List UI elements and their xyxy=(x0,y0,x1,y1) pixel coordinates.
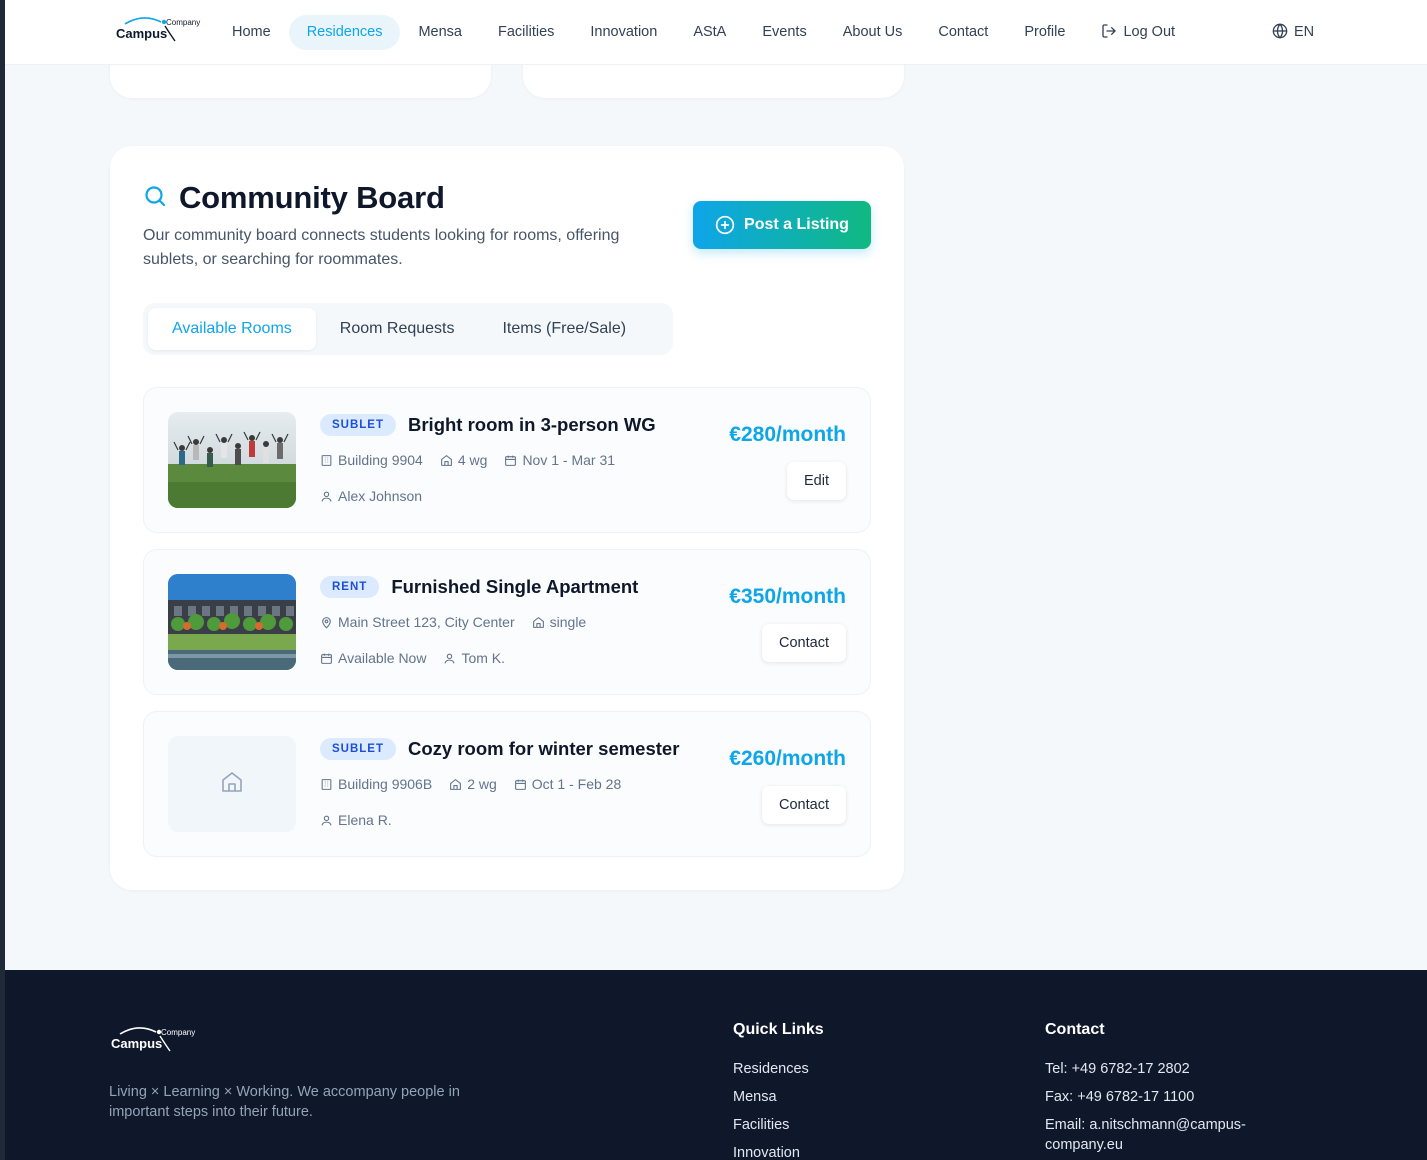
listing-room-type: 2 wg xyxy=(449,776,497,792)
site-footer: Campus Company Living × Learning × Worki… xyxy=(5,970,1427,1160)
listing-dates: Oct 1 - Feb 28 xyxy=(514,776,621,792)
listing-location: Main Street 123, City Center xyxy=(320,614,515,630)
nav-events[interactable]: Events xyxy=(744,15,824,50)
listing-item[interactable]: SUBLET Cozy room for winter semester Bui… xyxy=(143,711,871,857)
user-icon xyxy=(320,814,333,827)
globe-icon xyxy=(1272,18,1288,53)
main-nav: Home Residences Mensa Facilities Innovat… xyxy=(214,15,1193,50)
logout-button[interactable]: Log Out xyxy=(1083,15,1193,50)
listing-room-type: 4 wg xyxy=(440,452,487,468)
contact-phone: Tel: +49 6782-17 2802 xyxy=(1045,1061,1190,1077)
footer-tagline: Living × Learning × Working. We accompan… xyxy=(109,1084,460,1120)
board-heading: Community Board xyxy=(143,180,445,216)
logo-subtext: Company xyxy=(161,1028,196,1037)
listing-title-row: RENT Furnished Single Apartment xyxy=(320,576,638,598)
nav-asta[interactable]: AStA xyxy=(675,15,744,50)
nav-profile[interactable]: Profile xyxy=(1006,15,1083,50)
user-icon xyxy=(320,490,333,503)
listing-location: Building 9906B xyxy=(320,776,432,792)
listing-dates: Available Now xyxy=(320,650,426,666)
footer-link-mensa[interactable]: Mensa xyxy=(733,1087,824,1107)
tab-items[interactable]: Items (Free/Sale) xyxy=(478,308,650,350)
search-icon xyxy=(143,184,167,213)
home-icon xyxy=(532,616,545,629)
listing-item[interactable]: SUBLET Bright room in 3-person WG Buildi… xyxy=(143,387,871,533)
listing-owner: Tom K. xyxy=(443,650,505,666)
logout-icon xyxy=(1101,18,1117,53)
listing-photo xyxy=(168,412,296,508)
contact-email[interactable]: Email: a.nitschmann@campus-company.eu xyxy=(1045,1115,1275,1155)
listing-meta-secondary: Available Now Tom K. xyxy=(320,650,522,666)
listing-meta: Building 9904 4 wg Nov 1 - Mar 31 xyxy=(320,452,632,468)
listing-price: €280/month xyxy=(729,423,846,446)
listing-title: Furnished Single Apartment xyxy=(391,576,639,597)
language-label: EN xyxy=(1294,24,1315,40)
listing-title-row: SUBLET Cozy room for winter semester xyxy=(320,738,679,760)
listing-type-badge: RENT xyxy=(320,576,380,598)
listing-type-badge: SUBLET xyxy=(320,414,396,436)
nav-facilities[interactable]: Facilities xyxy=(480,15,572,50)
page-title: Community Board xyxy=(179,180,445,215)
logo-text: Campus xyxy=(111,1036,163,1051)
listing-meta: Building 9906B 2 wg Oct 1 - Feb 28 xyxy=(320,776,638,792)
logout-label: Log Out xyxy=(1123,24,1176,40)
footer-logo[interactable]: Campus Company xyxy=(110,1024,202,1056)
nav-mensa[interactable]: Mensa xyxy=(400,15,480,50)
listing-tabs: Available Rooms Room Requests Items (Fre… xyxy=(143,303,673,355)
listing-location: Building 9904 xyxy=(320,452,423,468)
edit-listing-button[interactable]: Edit xyxy=(787,462,846,500)
listing-price: €260/month xyxy=(729,747,846,770)
listing-owner: Alex Johnson xyxy=(320,488,439,504)
home-icon xyxy=(449,778,462,791)
footer-link-facilities[interactable]: Facilities xyxy=(733,1115,824,1135)
listing-photo-placeholder xyxy=(168,736,296,832)
contact-listing-button[interactable]: Contact xyxy=(762,786,846,824)
calendar-icon xyxy=(514,778,527,791)
listing-title-row: SUBLET Bright room in 3-person WG xyxy=(320,414,656,436)
language-switcher[interactable]: EN xyxy=(1272,15,1314,50)
listing-title: Cozy room for winter semester xyxy=(408,738,680,759)
contact-listing-button[interactable]: Contact xyxy=(762,624,846,662)
building-icon xyxy=(320,778,333,791)
quick-links-heading: Quick Links xyxy=(733,1021,824,1038)
listing-price: €350/month xyxy=(729,585,846,608)
home-icon xyxy=(220,770,244,799)
calendar-icon xyxy=(320,652,333,665)
map-pin-icon xyxy=(320,616,333,629)
listing-meta: Main Street 123, City Center single xyxy=(320,614,603,630)
nav-contact[interactable]: Contact xyxy=(920,15,1006,50)
building-icon xyxy=(320,454,333,467)
listing-dates: Nov 1 - Mar 31 xyxy=(504,452,615,468)
tab-available-rooms[interactable]: Available Rooms xyxy=(148,308,316,350)
logo-text: Campus xyxy=(116,26,168,41)
board-description: Our community board connects students lo… xyxy=(143,227,620,268)
nav-home[interactable]: Home xyxy=(214,15,289,50)
footer-link-innovation[interactable]: Innovation xyxy=(733,1143,824,1160)
calendar-icon xyxy=(504,454,517,467)
listing-photo xyxy=(168,574,296,670)
post-listing-button[interactable]: Post a Listing xyxy=(693,201,871,249)
footer-contact: Contact Tel: +49 6782-17 2802 Fax: +49 6… xyxy=(1045,1021,1275,1160)
top-navigation-bar: Campus Company Home Residences Mensa Fac… xyxy=(5,0,1427,65)
footer-link-residences[interactable]: Residences xyxy=(733,1059,824,1079)
plus-circle-icon xyxy=(715,215,735,235)
listing-item[interactable]: RENT Furnished Single Apartment Main Str… xyxy=(143,549,871,695)
tab-room-requests[interactable]: Room Requests xyxy=(316,308,479,350)
community-board-card: Community Board Our community board conn… xyxy=(110,146,904,890)
footer-quick-links: Quick Links Residences Mensa Facilities … xyxy=(733,1021,824,1160)
listing-owner: Elena R. xyxy=(320,812,409,828)
contact-heading: Contact xyxy=(1045,1021,1105,1038)
home-icon xyxy=(440,454,453,467)
listing-type-badge: SUBLET xyxy=(320,738,396,760)
listing-title: Bright room in 3-person WG xyxy=(408,414,656,435)
logo-subtext: Company xyxy=(166,18,201,27)
post-listing-label: Post a Listing xyxy=(744,216,849,233)
listing-room-type: single xyxy=(532,614,586,630)
nav-about-us[interactable]: About Us xyxy=(825,15,921,50)
campus-company-logo[interactable]: Campus Company xyxy=(115,14,207,46)
user-icon xyxy=(443,652,456,665)
nav-innovation[interactable]: Innovation xyxy=(572,15,675,50)
contact-fax: Fax: +49 6782-17 1100 xyxy=(1045,1089,1195,1105)
nav-residences[interactable]: Residences xyxy=(288,15,401,50)
